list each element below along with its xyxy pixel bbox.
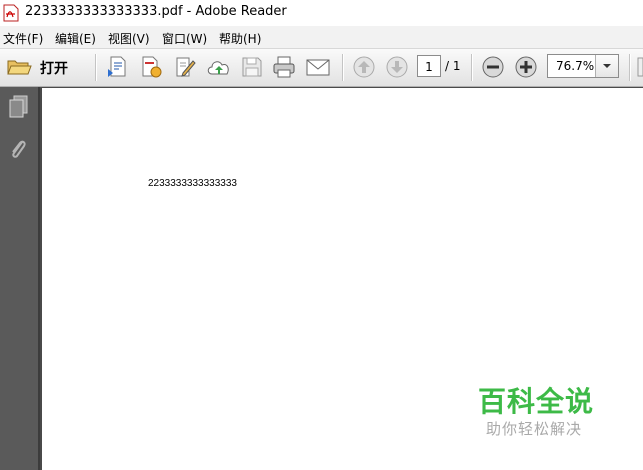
export-pdf-icon[interactable] bbox=[139, 55, 163, 79]
menu-edit[interactable]: 编辑(E) bbox=[55, 30, 96, 47]
sign-document-icon[interactable] bbox=[173, 55, 197, 79]
menu-file[interactable]: 文件(F) bbox=[3, 30, 43, 47]
zoom-select[interactable]: 76.7% bbox=[547, 54, 619, 78]
zoom-dropdown-button[interactable] bbox=[595, 55, 618, 77]
open-button[interactable]: 打开 bbox=[40, 58, 68, 78]
title-bar: 2233333333333333.pdf - Adobe Reader bbox=[0, 0, 643, 26]
menu-bar: 文件(F) 编辑(E) 视图(V) 窗口(W) 帮助(H) bbox=[0, 26, 643, 49]
cloud-upload-icon[interactable] bbox=[206, 55, 230, 79]
save-icon[interactable] bbox=[240, 55, 264, 79]
watermark-slogan: 助你轻松解决 bbox=[486, 420, 583, 438]
previous-page-icon[interactable] bbox=[352, 55, 376, 79]
zoom-in-icon[interactable] bbox=[514, 55, 538, 79]
toolbar-divider bbox=[95, 54, 97, 81]
toolbar-divider bbox=[342, 54, 344, 81]
toolbar-divider bbox=[471, 54, 473, 81]
menu-view[interactable]: 视图(V) bbox=[108, 30, 150, 47]
pdf-file-icon bbox=[3, 4, 19, 22]
page-number-input[interactable]: 1 bbox=[417, 55, 441, 77]
page-total-label: / 1 bbox=[445, 59, 461, 73]
create-pdf-icon[interactable] bbox=[106, 55, 130, 79]
open-folder-icon[interactable] bbox=[6, 55, 32, 79]
zoom-out-icon[interactable] bbox=[481, 55, 505, 79]
email-icon[interactable] bbox=[305, 55, 330, 79]
menu-window[interactable]: 窗口(W) bbox=[162, 30, 207, 47]
attachments-paperclip-icon[interactable] bbox=[7, 136, 29, 162]
window-title: 2233333333333333.pdf - Adobe Reader bbox=[25, 4, 287, 19]
toolbar-divider bbox=[629, 54, 631, 81]
print-icon[interactable] bbox=[272, 55, 296, 79]
next-page-icon[interactable] bbox=[385, 55, 409, 79]
menu-help[interactable]: 帮助(H) bbox=[219, 30, 261, 47]
toolbar-overflow-icon[interactable] bbox=[637, 55, 643, 79]
watermark-brand: 百科全说 bbox=[478, 385, 595, 418]
chevron-down-icon bbox=[603, 64, 611, 68]
navigation-pane bbox=[0, 87, 40, 470]
document-text: 2233333333333333 bbox=[148, 178, 237, 189]
page-thumbnails-icon[interactable] bbox=[7, 94, 29, 120]
zoom-value: 76.7% bbox=[556, 59, 595, 73]
